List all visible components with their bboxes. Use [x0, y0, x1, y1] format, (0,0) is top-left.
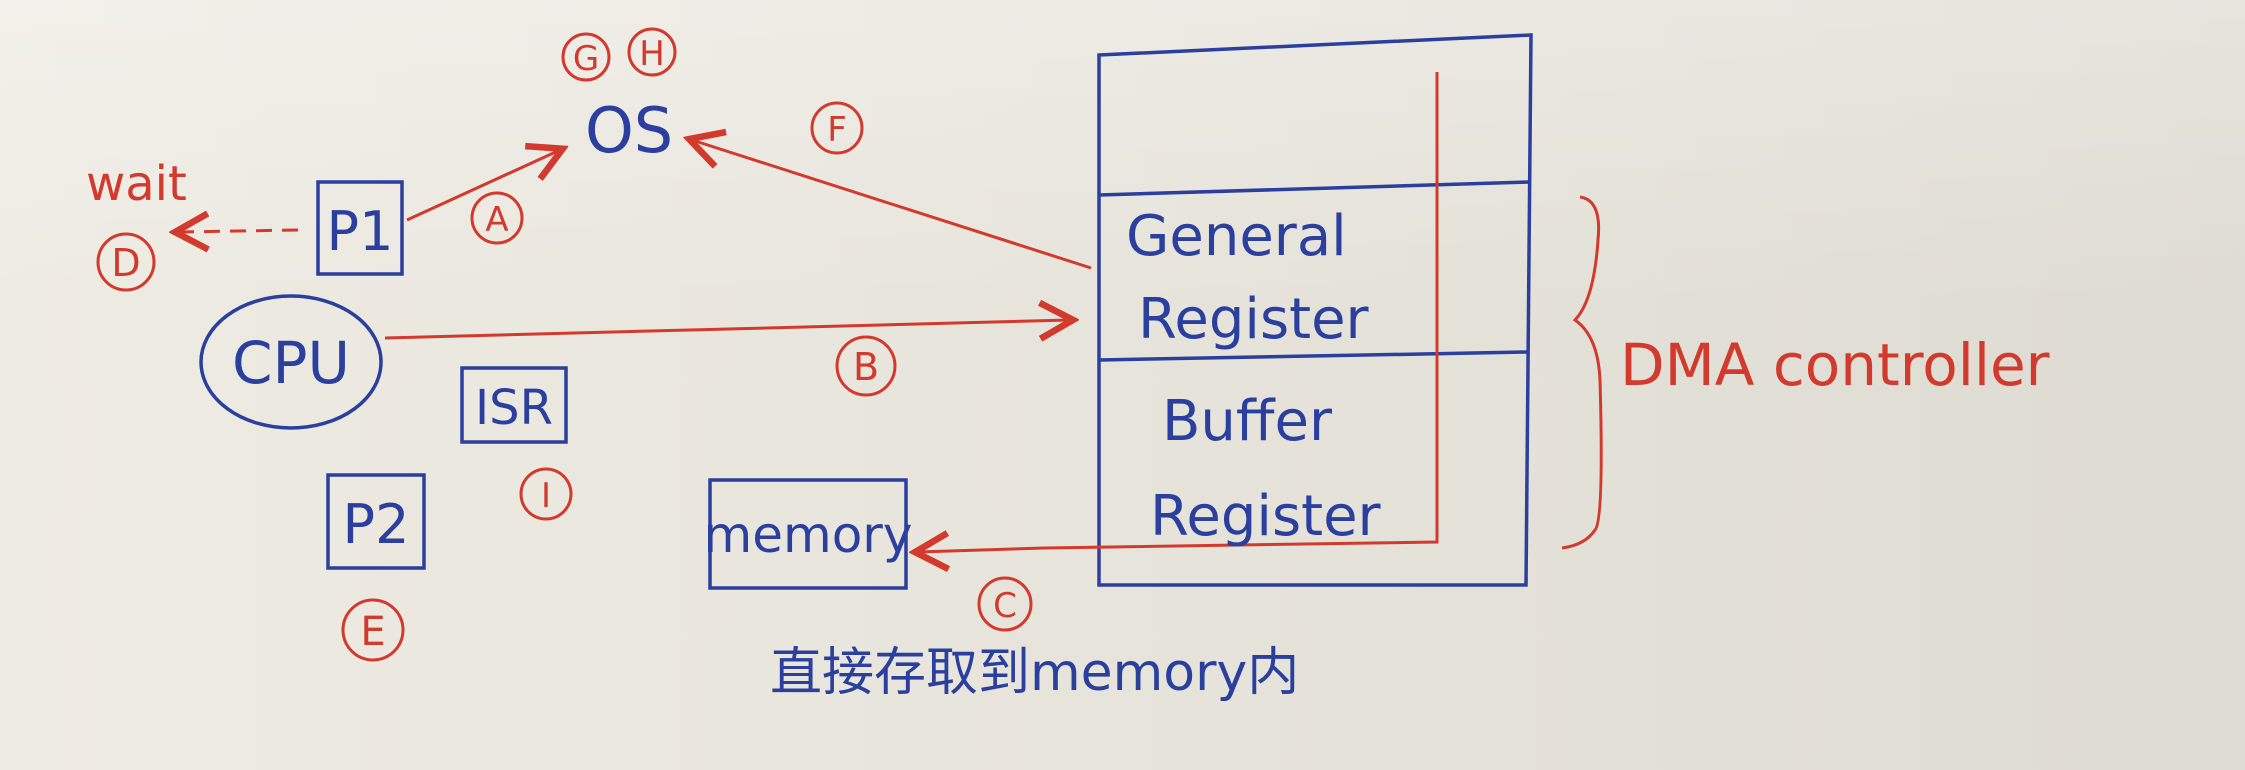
- svg-text:memory: memory: [704, 506, 913, 564]
- circle-e: E: [341, 598, 405, 662]
- circle-i: I: [519, 467, 573, 521]
- f-arrow: [692, 140, 1092, 270]
- buffer-register-label-1: Buffer: [1162, 389, 1333, 454]
- circle-a: A: [470, 191, 524, 245]
- svg-text:CPU: CPU: [232, 329, 350, 397]
- dma-brace: [1561, 195, 1603, 550]
- circle-g: G: [561, 32, 611, 82]
- circle-b: B: [835, 335, 897, 397]
- cpu-node: CPU: [199, 294, 383, 430]
- svg-text:D: D: [111, 241, 140, 285]
- svg-text:I: I: [541, 476, 551, 516]
- dma-divider-middle: [1098, 350, 1529, 362]
- wait-label: wait: [86, 156, 187, 212]
- isr-box: ISR: [460, 366, 568, 444]
- a-arrow: [406, 150, 560, 222]
- svg-text:A: A: [485, 200, 508, 240]
- circle-h: H: [627, 27, 677, 77]
- memory-box: memory: [704, 478, 913, 590]
- b-arrow: [384, 320, 1070, 338]
- caption-text: 直接存取到memory内: [770, 643, 1299, 703]
- wait-dashed-arrow: [178, 230, 299, 232]
- p2-box: P2: [326, 473, 426, 570]
- svg-text:E: E: [360, 609, 385, 655]
- svg-text:P2: P2: [343, 493, 410, 556]
- svg-text:G: G: [573, 39, 599, 79]
- general-register-label-2: Register: [1138, 287, 1370, 352]
- svg-text:P1: P1: [327, 200, 394, 263]
- p1-box: P1: [316, 180, 404, 276]
- circle-c: C: [977, 576, 1033, 632]
- dma-divider-top: [1098, 180, 1531, 197]
- general-register-label-1: General: [1126, 204, 1347, 269]
- svg-text:F: F: [827, 110, 847, 150]
- svg-text:ISR: ISR: [475, 380, 553, 436]
- svg-text:H: H: [639, 34, 665, 74]
- buffer-register-label-2: Register: [1150, 484, 1382, 549]
- dma-diagram: General Register Buffer Register DMA con…: [86, 27, 2050, 703]
- svg-text:B: B: [853, 345, 879, 389]
- diagram-canvas: General Register Buffer Register DMA con…: [0, 0, 2245, 770]
- os-label: OS: [585, 94, 673, 167]
- svg-text:C: C: [993, 586, 1017, 626]
- dma-controller-label: DMA controller: [1620, 331, 2050, 399]
- circle-d: D: [96, 232, 156, 292]
- circle-f: F: [810, 101, 864, 155]
